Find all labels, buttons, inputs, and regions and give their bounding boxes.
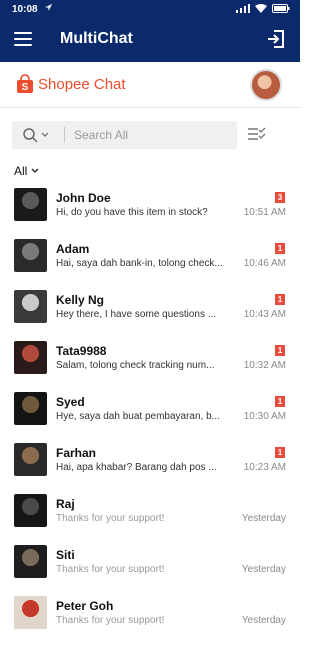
status-icons [236,4,290,13]
contact-name: John Doe [56,191,111,205]
contact-name: Siti [56,548,75,562]
chat-row[interactable]: Syed Hye, saya dah buat pembayaran, b... 1… [0,390,300,441]
contact-avatar [14,188,47,221]
unread-badge: 1 [275,396,285,407]
battery-icon [272,4,290,13]
location-icon [44,3,53,15]
contact-avatar [14,596,47,629]
svg-text:S: S [22,82,29,93]
contact-avatar [14,494,47,527]
signal-icon [236,4,250,13]
unread-badge: 3 [275,192,285,203]
contact-name: Tata9988 [56,344,107,358]
message-time: Yesterday [241,513,286,524]
chat-row[interactable]: Kelly Ng Hey there, I have some questions… [0,288,300,339]
unread-badge: 1 [275,345,285,356]
status-bar: 10:08 [0,0,300,20]
search-input[interactable] [74,125,224,145]
message-time: 10:51 AM [243,207,286,218]
message-time: Yesterday [241,564,286,575]
shopee-bag-icon: S [17,74,33,93]
chat-list: John Doe Hi, do you have this item in sto… [0,186,300,645]
unread-badge: 1 [275,294,285,305]
search-divider [64,127,65,143]
menu-icon[interactable] [14,32,32,48]
contact-avatar [14,290,47,323]
contact-avatar [14,239,47,272]
chat-row[interactable]: Adam Hai, saya dah bank-in, tolong check.… [0,237,300,288]
message-time: 10:30 AM [243,411,286,422]
last-message: Hai, saya dah bank-in, tolong check... [56,258,223,269]
last-message: Thanks for your support! [56,615,165,626]
chat-row[interactable]: Peter Goh Thanks for your support! Yesterd… [0,594,300,645]
message-time: Yesterday [241,615,286,626]
app-title: MultiChat [60,30,133,47]
message-time: 10:46 AM [243,258,286,269]
app-bar: MultiChat [0,20,300,62]
chat-row[interactable]: Farhan Hai, apa khabar? Barang dah pos ..… [0,441,300,492]
unread-badge: 1 [275,447,285,458]
last-message: Hai, apa khabar? Barang dah pos ... [56,462,217,473]
wifi-icon [255,4,267,13]
contact-avatar [14,443,47,476]
brand-header: S Shopee Chat [0,62,300,108]
message-time: 10:32 AM [243,360,286,371]
chat-row[interactable]: Siti Thanks for your support! Yesterday [0,543,300,594]
filter-list-icon[interactable] [248,127,266,146]
contact-name: Farhan [56,446,97,460]
contact-name: Raj [56,497,75,511]
contact-avatar [14,545,47,578]
message-time: 10:23 AM [243,462,286,473]
chat-filter-dropdown[interactable]: All [14,164,39,178]
search-row [0,118,300,152]
search-box [12,121,237,149]
status-time: 10:08 [12,4,38,15]
filter-label: All [14,164,28,178]
last-message: Hey there, I have some questions ... [56,309,217,320]
last-message: Salam, tolong check tracking num... [56,360,215,371]
user-avatar[interactable] [250,69,282,101]
logout-icon[interactable] [266,29,286,54]
chat-row[interactable]: Tata9988 Salam, tolong check tracking num… [0,339,300,390]
chevron-down-icon [31,168,39,173]
last-message: Thanks for your support! [56,564,165,575]
last-message: Hi, do you have this item in stock? [56,207,208,218]
unread-badge: 1 [275,243,285,254]
chat-row[interactable]: John Doe Hi, do you have this item in sto… [0,186,300,237]
contact-name: Adam [56,242,90,256]
contact-name: Kelly Ng [56,293,105,307]
shopee-chat-logo: S Shopee Chat [16,74,126,94]
chat-row[interactable]: Raj Thanks for your support! Yesterday [0,492,300,543]
contact-avatar [14,392,47,425]
brand-label: Shopee Chat [38,75,126,93]
search-icon[interactable] [22,127,52,148]
last-message: Hye, saya dah buat pembayaran, b... [56,411,220,422]
last-message: Thanks for your support! [56,513,165,524]
contact-avatar [14,341,47,374]
contact-name: Syed [56,395,85,409]
contact-name: Peter Goh [56,599,114,613]
message-time: 10:43 AM [243,309,286,320]
